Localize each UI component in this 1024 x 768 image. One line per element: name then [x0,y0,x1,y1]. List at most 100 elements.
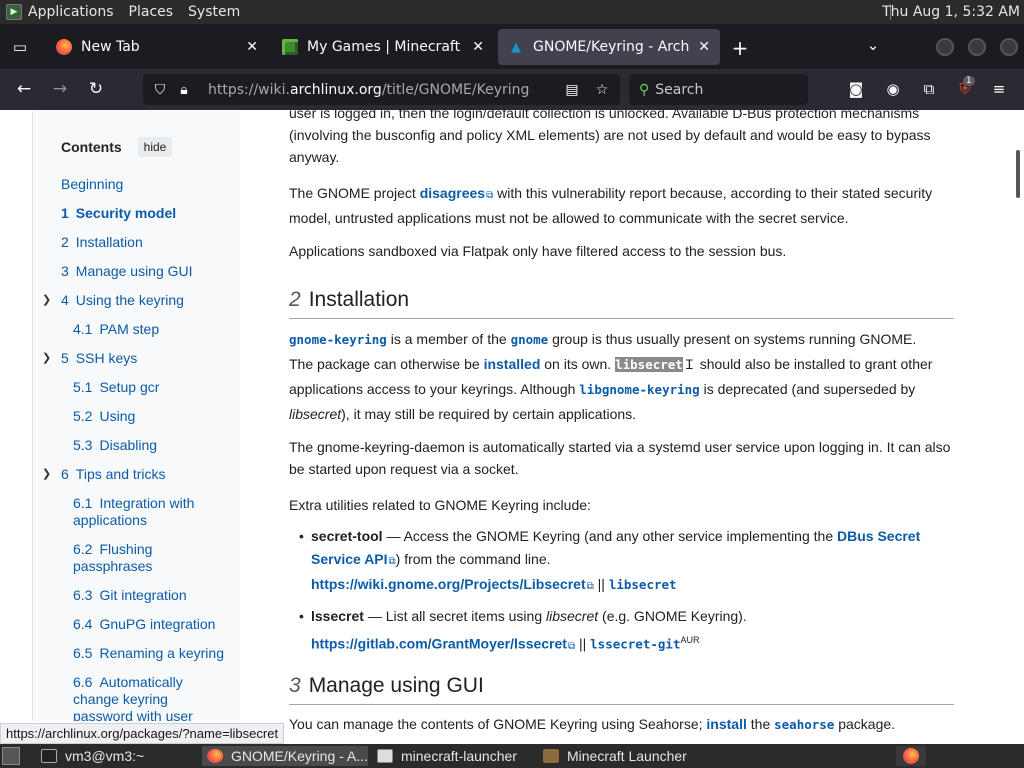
url-text[interactable]: https://wiki.archlinux.org/title/GNOME/K… [208,82,529,98]
lssecret-gitlab-link[interactable]: https://gitlab.com/GrantMoyer/lssecret [311,636,567,652]
close-window-button[interactable] [1000,38,1018,56]
toc-hide-button[interactable]: hide [137,137,173,157]
toc-heading: Contents [61,139,122,155]
minecraft-icon [282,39,298,55]
toc-item-using-the-keyring[interactable]: 4 Using the keyring [61,292,184,309]
toc-item-git-integration[interactable]: 6.3 Git integration [73,587,187,604]
chevron-down-icon[interactable]: ❯ [42,467,51,480]
reader-view-icon[interactable]: ▤ [560,82,584,98]
toc-item-disabling[interactable]: 5.3 Disabling [73,437,157,454]
tab-title: New Tab [81,39,140,55]
dbus-secret-service-link[interactable]: DBus Secret [837,528,920,544]
lssecret-git-package-link[interactable]: lssecret-git [590,637,680,652]
external-link-icon: ⧉ [586,581,594,592]
paragraph-installation: gnome-keyring is a member of the gnome g… [289,331,933,422]
vertical-scrollbar[interactable] [1016,150,1020,198]
toc-item-gnupg-integration[interactable]: 6.4 GnuPG integration [73,616,215,633]
toc-item-automatically-change-keyring[interactable]: 6.6 Automatically change keyring password w… [73,674,193,721]
taskbar-item-minecraft-launcher-doc[interactable]: minecraft-launcher [372,746,534,766]
toc-item-using[interactable]: 5.2 Using [73,408,135,425]
article-content: user is logged in, then the login/defaul… [265,110,978,744]
minimize-window-button[interactable] [936,38,954,56]
lock-icon[interactable]: 🔒︎ [172,82,196,98]
installed-link[interactable]: installed [484,356,541,372]
tab-gnome-keyring[interactable]: ▲ GNOME/Keyring - ArchWiki ✕ [498,29,720,65]
bookmark-star-icon[interactable]: ☆ [590,82,614,98]
back-arrow-icon[interactable]: ← [12,79,36,99]
firefox-icon [207,749,223,763]
search-placeholder: Search [655,81,704,98]
toc-item-beginning[interactable]: Beginning [61,176,123,193]
paragraph-flatpak: Applications sandboxed via Flatpak only … [289,243,787,259]
libsecret-project-url-link[interactable]: https://wiki.gnome.org/Projects/Libsecre… [311,576,586,592]
aur-superscript: AUR [680,635,700,645]
terminal-app-icon[interactable]: ▶ [6,4,22,20]
ublock-badge-count: 1 [963,76,975,86]
extensions-icon[interactable]: ⧉ [918,80,940,98]
text-cursor-icon: Ｉ [682,357,696,372]
show-desktop-icon[interactable] [2,747,20,765]
applications-menu[interactable]: Applications [22,4,123,20]
paragraph-gnome-disagrees: The GNOME project disagrees⧉ with this v… [289,185,933,226]
dbus-secret-service-link-cont[interactable]: Service API [311,551,388,567]
maximize-window-button[interactable] [968,38,986,56]
taskbar-item-minecraft-launcher[interactable]: Minecraft Launcher [538,746,700,766]
pocket-icon[interactable]: ◙ [845,80,867,98]
toc-item-renaming-a-keyring[interactable]: 6.5 Renaming a keyring [73,645,224,662]
toc-item-pam-step[interactable]: 4.1 PAM step [73,321,159,338]
navigation-toolbar: ← → ↻ ⛉ 🔒︎ https://wiki.archlinux.org/ti… [0,69,1024,110]
heading-manage-using-gui: 3 Manage using GUI [289,674,954,705]
paragraph-security-tail: user is logged in, then the login/defaul… [289,110,931,165]
external-link-icon: ⧉ [388,556,396,567]
install-link[interactable]: install [706,716,746,732]
terminal-icon [41,749,57,763]
toc-item-security-model[interactable]: 1 Security model [61,205,176,222]
new-tab-plus-icon[interactable]: + [720,36,760,60]
toc-item-setup-gcr[interactable]: 5.1 Setup gcr [73,379,159,396]
search-engine-icon: ⚲ [639,81,650,98]
table-of-contents: Contents hide Beginning 1 Security model … [32,111,240,721]
search-bar[interactable]: ⚲ Search [629,74,808,105]
toc-item-manage-using-gui[interactable]: 3 Manage using GUI [61,263,193,280]
chevron-down-icon[interactable]: ❯ [42,293,51,306]
disagrees-link[interactable]: disagrees [420,185,485,201]
account-icon[interactable]: ◉ [882,80,904,98]
libsecret-package-link-2[interactable]: libsecret [609,577,677,592]
close-tab-icon[interactable]: ✕ [698,39,710,55]
close-tab-icon[interactable]: ✕ [246,39,258,55]
paragraph-seahorse: You can manage the contents of GNOME Key… [289,716,896,732]
gnome-group-link[interactable]: gnome [511,332,549,347]
toc-item-integration-with-applications[interactable]: 6.1 Integration with applications [73,495,194,529]
tab-new-tab[interactable]: New Tab ✕ [46,29,268,65]
seahorse-package-link[interactable]: seahorse [774,717,834,732]
taskbar-item-terminal[interactable]: vm3@vm3:~ [36,746,198,766]
taskbar-item-firefox[interactable]: GNOME/Keyring - A... [202,746,368,766]
chevron-down-icon[interactable]: ❯ [42,351,51,364]
firefox-tray-button[interactable] [896,746,926,766]
forward-arrow-icon[interactable]: → [48,79,72,99]
toc-item-ssh-keys[interactable]: 5 SSH keys [61,350,137,367]
tab-title: My Games | Minecraft [307,39,461,55]
system-menu[interactable]: System [182,4,249,20]
reload-icon[interactable]: ↻ [84,79,108,99]
hamburger-menu-icon[interactable]: ≡ [988,80,1010,98]
toc-item-tips-and-tricks[interactable]: 6 Tips and tricks [61,466,166,483]
tab-list-chevron-icon[interactable]: ⌄ [853,36,893,54]
places-menu[interactable]: Places [123,4,183,20]
gnome-keyring-package-link[interactable]: gnome-keyring [289,332,387,347]
clock[interactable]: Thu Aug 1, 5:32 AM [882,4,1020,20]
tab-overview-icon[interactable]: ▭ [0,38,40,56]
toc-item-flushing-passphrases[interactable]: 6.2 Flushing passphrases [73,541,152,575]
document-icon [377,749,393,763]
libsecret-package-link[interactable]: libsecret [615,357,683,372]
libgnome-keyring-package-link[interactable]: libgnome-keyring [579,382,699,397]
tab-my-games-minecraft[interactable]: My Games | Minecraft ✕ [272,29,494,65]
link-preview-status: https://archlinux.org/packages/?name=lib… [0,723,285,744]
paragraph-extra-utilities: Extra utilities related to GNOME Keyring… [289,497,591,513]
tab-title: GNOME/Keyring - ArchWiki [533,39,690,55]
url-bar[interactable]: ⛉ 🔒︎ https://wiki.archlinux.org/title/GN… [143,74,620,105]
list-item-secret-tool: secret-tool — Access the GNOME Keyring (… [299,525,951,598]
close-tab-icon[interactable]: ✕ [472,39,484,55]
shield-icon[interactable]: ⛉ [148,82,172,98]
toc-item-installation[interactable]: 2 Installation [61,234,143,251]
